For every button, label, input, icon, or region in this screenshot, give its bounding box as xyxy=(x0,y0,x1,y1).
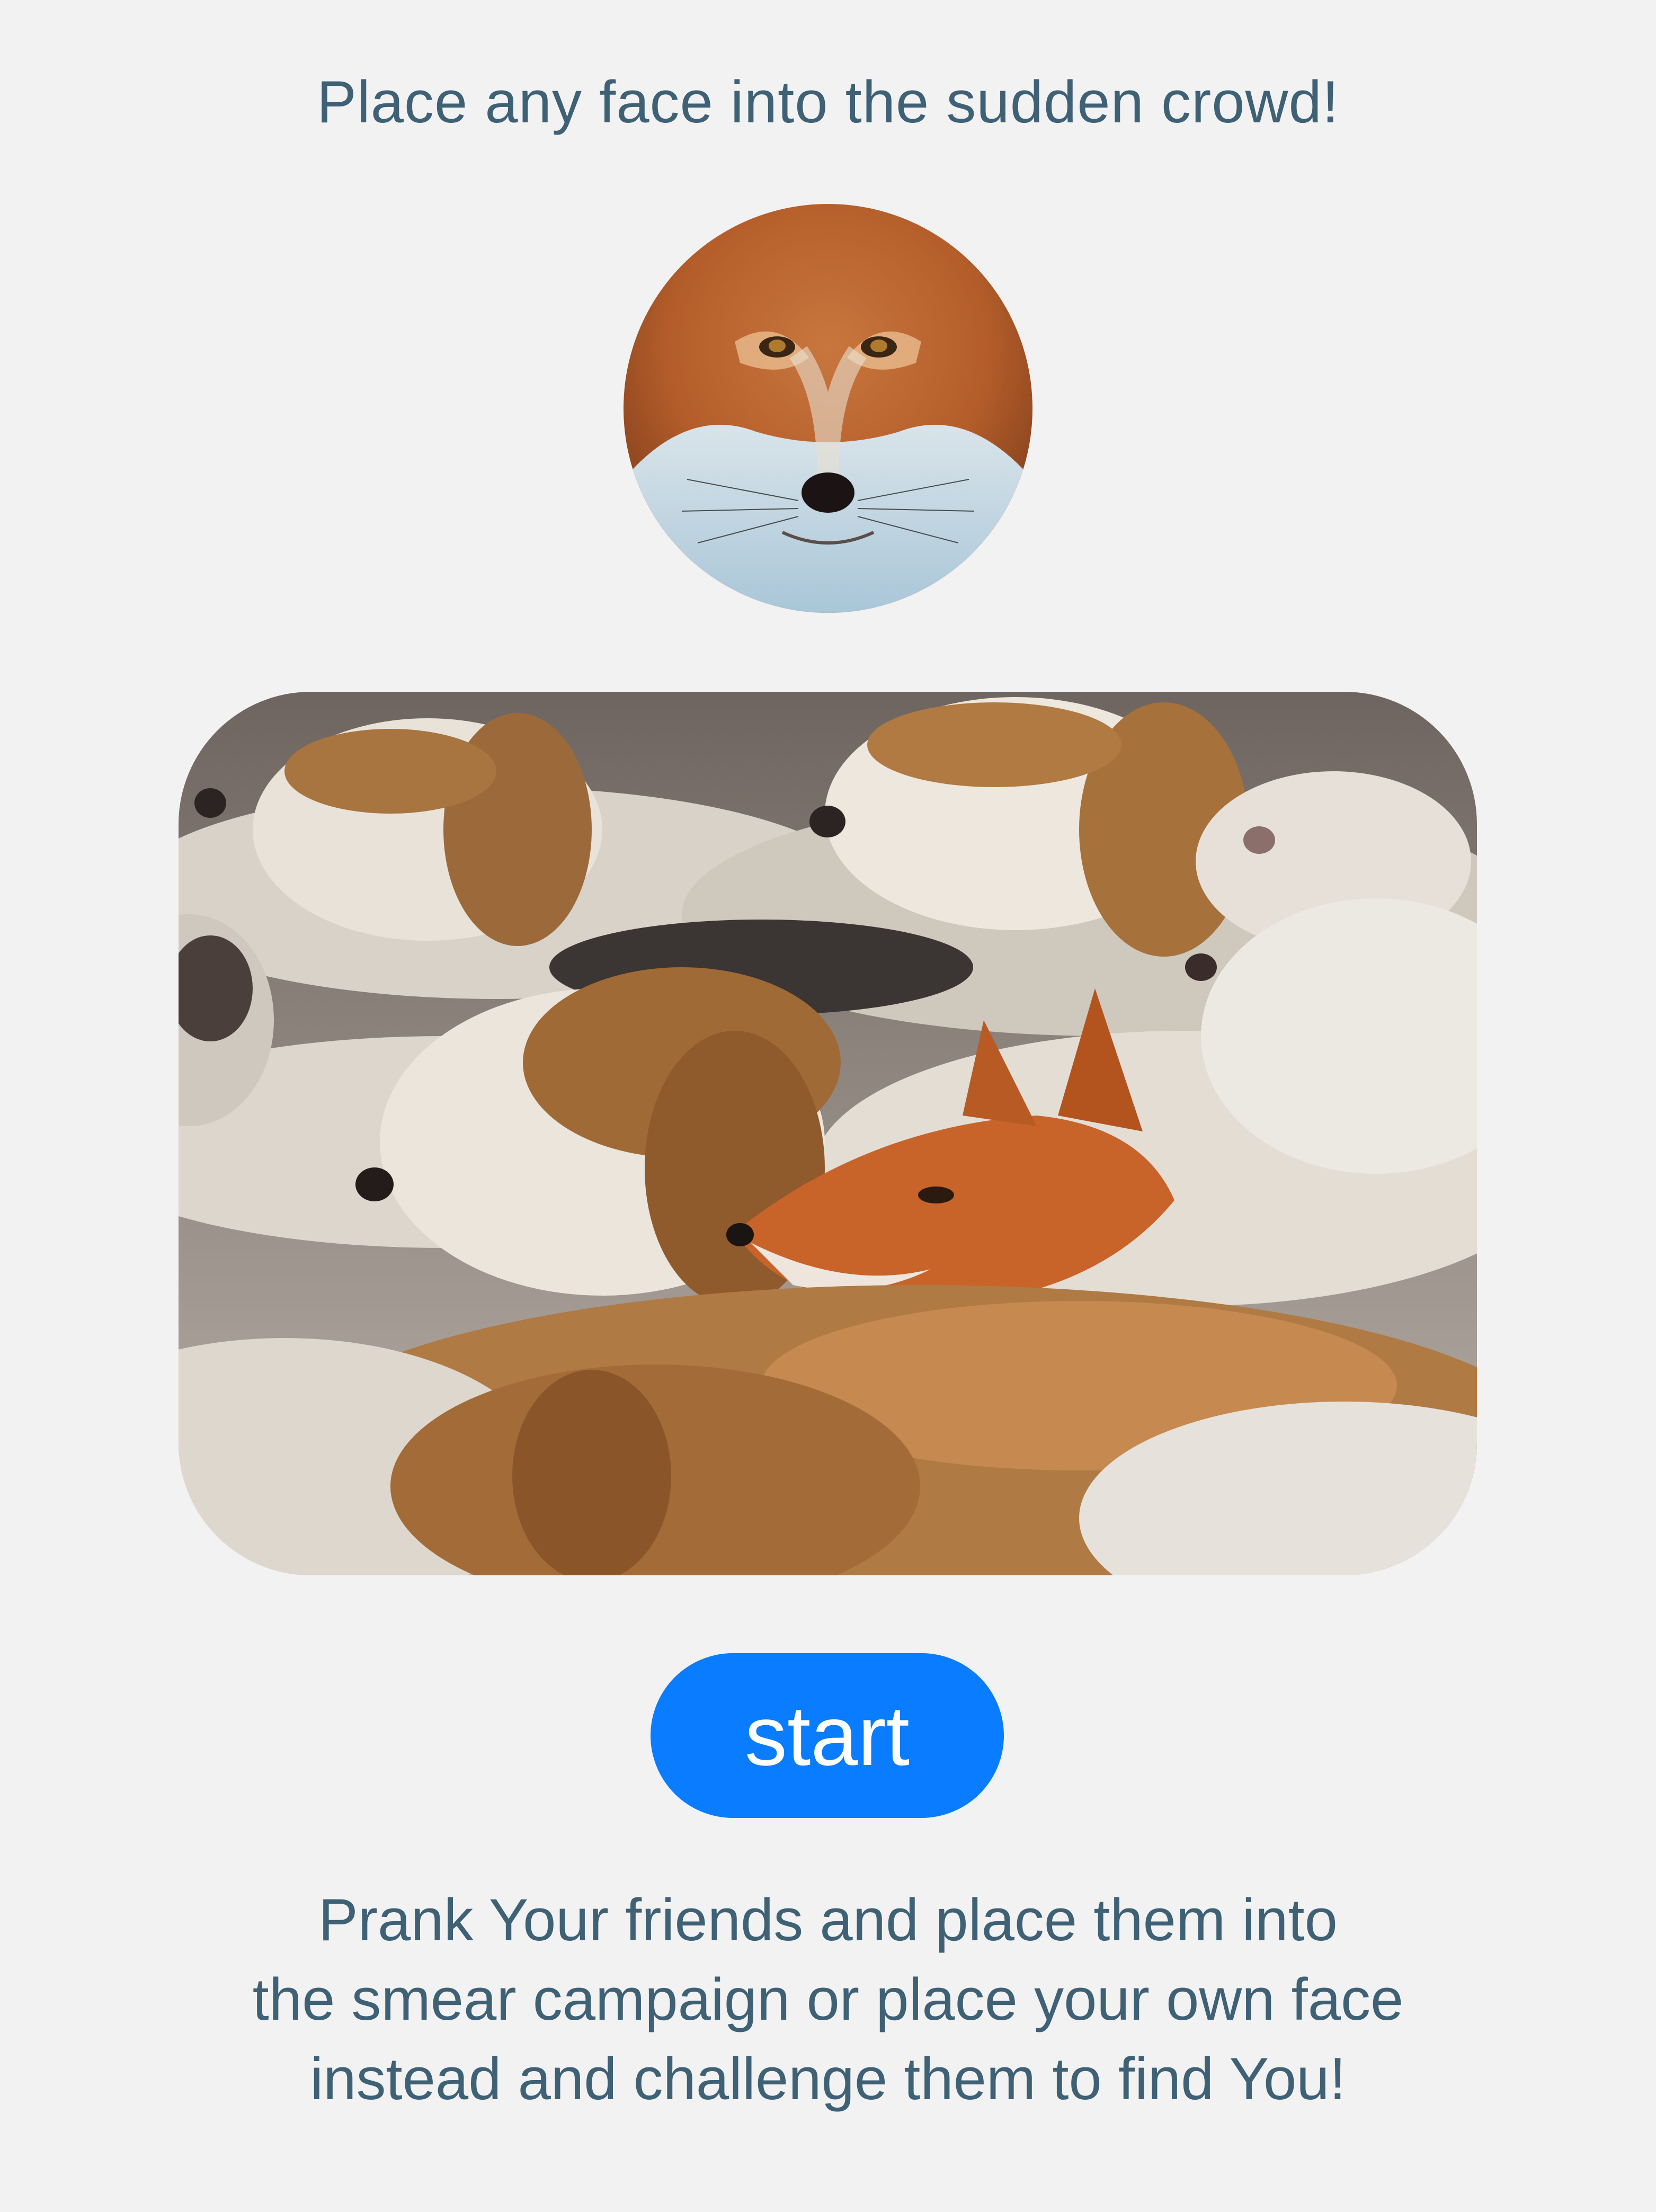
fox-face-avatar[interactable] xyxy=(624,204,1032,613)
hound-crowd-image xyxy=(179,692,1477,1575)
fox-face-image xyxy=(624,204,1032,613)
description-line: instead and challenge them to find You! xyxy=(310,2046,1346,2112)
start-button[interactable]: start xyxy=(651,1653,1004,1818)
description-line: the smear campaign or place your own fac… xyxy=(252,1966,1404,2032)
page-title: Place any face into the sudden crowd! xyxy=(317,69,1339,135)
description-text: Prank Your friends and place them into t… xyxy=(0,1880,1656,2119)
description-line: Prank Your friends and place them into xyxy=(318,1887,1338,1953)
crowd-preview[interactable] xyxy=(179,692,1477,1575)
